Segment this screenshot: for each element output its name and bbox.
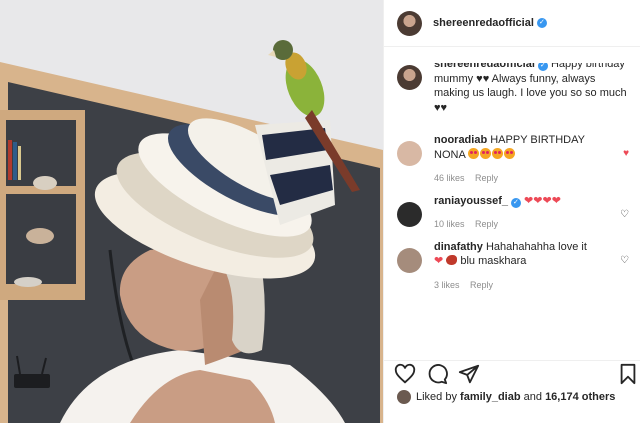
photo-illustration xyxy=(0,0,383,423)
commenter-avatar[interactable] xyxy=(397,201,422,227)
author-username[interactable]: shereenredaofficial xyxy=(433,17,534,29)
comment-item: nooradiab HAPPY BIRTHDAY NONA 46 likes R… xyxy=(384,133,640,186)
heart-eyes-emoji-icon xyxy=(480,147,492,159)
post-sidebar: shereenredaofficial ✓ shereenredaofficia… xyxy=(383,0,640,423)
reply-button[interactable]: Reply xyxy=(475,219,498,229)
comment-text: ❤❤❤❤ xyxy=(524,194,561,207)
caption-username[interactable]: shereenredaofficial xyxy=(434,63,535,70)
post-header: shereenredaofficial ✓ xyxy=(384,0,640,47)
comment-likes-count[interactable]: 46 likes xyxy=(434,173,465,183)
caption-text: Happy birthday mummy ♥♥ Always funny, al… xyxy=(434,63,627,114)
bookmark-icon[interactable] xyxy=(618,363,640,385)
commenter-avatar[interactable] xyxy=(397,247,422,273)
comment-like-heart-outline-icon[interactable]: ♡ xyxy=(620,255,629,266)
comments-list[interactable]: shereenredaofficial ✓ Happy birthday mumm… xyxy=(384,63,640,350)
comment-like-heart-icon[interactable]: ♥ xyxy=(623,148,629,159)
reply-button[interactable]: Reply xyxy=(470,280,493,290)
comment-meta: 10 likes Reply xyxy=(434,217,607,232)
red-heart-emoji-icon: ❤ xyxy=(434,255,444,267)
parrot-emoji-icon xyxy=(446,255,458,265)
author-avatar[interactable] xyxy=(397,10,422,36)
commenter-username[interactable]: dinafathy xyxy=(434,241,483,253)
speech-bubble-icon[interactable] xyxy=(426,363,450,385)
heart-eyes-emoji-icon xyxy=(468,147,480,159)
verified-badge-icon: ✓ xyxy=(536,18,547,28)
likes-summary: Liked by family_diab and 16,174 others xyxy=(397,390,637,404)
comment-text-2: blu maskhara xyxy=(460,255,527,267)
comment-like-heart-outline-icon[interactable]: ♡ xyxy=(620,209,629,220)
comment-likes-count[interactable]: 3 likes xyxy=(434,280,460,290)
liker-avatar[interactable] xyxy=(397,390,411,404)
paper-plane-icon[interactable] xyxy=(458,363,482,385)
others-count[interactable]: 16,174 others xyxy=(545,391,615,403)
emoji-icons xyxy=(468,147,516,161)
comment-meta: 3 likes Reply xyxy=(434,278,607,293)
post-photo[interactable] xyxy=(0,0,383,423)
liker-username[interactable]: family_diab xyxy=(460,391,521,403)
heart-eyes-emoji-icon xyxy=(504,147,516,159)
comment-likes-count[interactable]: 10 likes xyxy=(434,219,465,229)
comment-meta: 46 likes Reply xyxy=(434,171,607,186)
commenter-username[interactable]: raniayoussef_ xyxy=(434,195,508,207)
comment-text: Hahahahahha love it xyxy=(485,240,587,253)
caption-avatar[interactable] xyxy=(397,65,422,90)
action-bar xyxy=(384,360,640,386)
liked-by-prefix: Liked by xyxy=(416,391,457,403)
reply-button[interactable]: Reply xyxy=(475,173,498,183)
caption: shereenredaofficial ✓ Happy birthday mumm… xyxy=(384,63,640,115)
liked-by-joiner: and xyxy=(523,391,542,403)
verified-badge-icon: ✓ xyxy=(537,63,548,71)
comment-item: dinafathy Hahahahahha love it ❤ blu mask… xyxy=(384,240,640,293)
commenter-username[interactable]: nooradiab xyxy=(434,134,487,146)
heart-eyes-emoji-icon xyxy=(492,147,504,159)
heart-outline-icon[interactable] xyxy=(394,363,418,385)
comment-item: raniayoussef_ ✓ ❤❤❤❤ 10 likes Reply ♡ xyxy=(384,194,640,232)
commenter-avatar[interactable] xyxy=(397,141,422,166)
verified-badge-icon: ✓ xyxy=(510,197,521,208)
